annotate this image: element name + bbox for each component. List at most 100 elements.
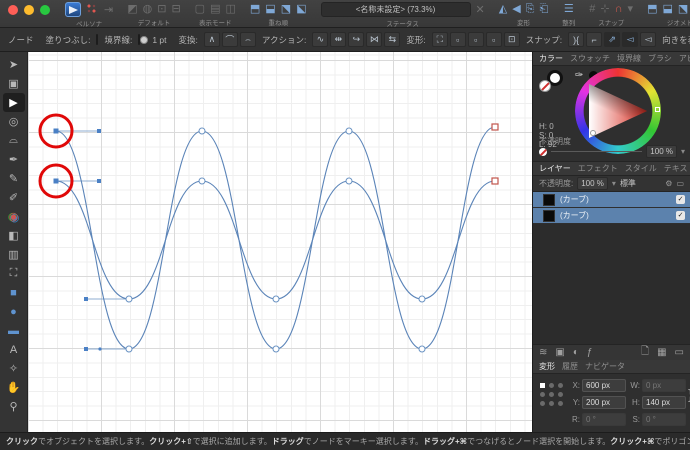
tab-color[interactable]: カラー [539,53,563,64]
pen-tool[interactable]: ✒ [3,150,25,169]
document-canvas[interactable] [28,52,532,432]
convert-to-smart-icon[interactable]: ⌢ [239,32,256,47]
close-curve-icon[interactable]: ⇹ [330,32,347,47]
tab-brushes[interactable]: ブラシ [648,53,672,64]
smooth-curve-icon[interactable]: ↪ [348,32,365,47]
retina-view-icon[interactable]: ◫ [225,2,235,16]
chevron-down-icon[interactable]: ▾ [681,147,685,156]
stroke-width-value[interactable]: 1 pt [152,35,166,45]
curve-node[interactable] [272,295,280,303]
h-field[interactable]: 140 px [642,396,686,409]
anchor-point-selector[interactable] [538,381,564,407]
place-image-tool[interactable]: ▥ [3,245,25,264]
transform-segment-2-icon[interactable]: ▫ [467,32,484,47]
maximize-window-button[interactable] [40,4,50,15]
close-document-icon[interactable]: ✕ [476,3,485,17]
transform-segment-3-icon[interactable]: ▫ [485,32,502,47]
snap-offcurve-icon[interactable]: ){ [568,32,585,47]
point-transform-tool[interactable]: ◎ [3,112,25,131]
tab-layers[interactable]: レイヤー [539,163,571,174]
curve-node[interactable] [345,177,353,185]
chevron-down-icon[interactable]: ▾ [612,179,616,188]
transform-segment-1-icon[interactable]: ▫ [449,32,466,47]
snap-options-chevron-icon[interactable]: ▾ [628,2,634,16]
w-field[interactable]: 0 px [642,379,686,392]
vector-crop-tool[interactable]: ⛶ [3,264,25,283]
fill-swatch[interactable] [96,34,99,45]
convert-to-smooth-icon[interactable]: ⌒ [221,32,238,47]
saturation-lightness-marker[interactable] [590,130,596,136]
zoom-tool[interactable]: ⚲ [3,397,25,416]
hue-marker[interactable] [655,107,660,112]
tab-styles[interactable]: スタイル [625,163,657,174]
curve-node[interactable] [198,127,206,135]
artboard-tool[interactable]: ▣ [3,74,25,93]
join-curves-icon[interactable]: ⋈ [366,32,383,47]
pixel-persona-icon[interactable] [86,3,99,16]
new-group-icon[interactable]: ▦ [657,347,666,358]
factory-defaults-icon[interactable]: ⊡ [157,2,166,16]
move-backward-icon[interactable]: ⬔ [281,2,291,16]
rectangle-tool[interactable]: ■ [3,283,25,302]
rotate-ccw-icon[interactable]: ⎘ [526,2,535,16]
handle-endpoint[interactable] [84,297,88,301]
tab-appearance[interactable]: アピアランス [679,53,690,64]
snapping-toggle-icon[interactable]: ⊹ [600,2,609,16]
tab-history[interactable]: 履歴 [562,361,578,372]
transform-center-icon[interactable]: ⊡ [503,32,520,47]
blend-mode-select[interactable]: 標準 [620,178,636,189]
grid-icon[interactable]: # [589,2,595,16]
flip-horizontal-icon[interactable]: ◭ [499,2,507,16]
minimize-window-button[interactable] [24,4,34,15]
tab-navigator[interactable]: ナビゲータ [585,361,625,372]
pencil-tool[interactable]: ✎ [3,169,25,188]
fill-gradient-tool[interactable]: ◉ [3,207,25,226]
show-orientation-label[interactable]: 向きを表示 [662,34,690,46]
curve-node[interactable] [125,345,133,353]
curve-node[interactable] [418,295,426,303]
convert-to-sharp-icon[interactable]: ∧ [203,32,220,47]
rounded-rectangle-tool[interactable]: ▬ [3,321,25,340]
snap-perpendicular-icon[interactable]: ◅ [640,32,657,47]
gear-icon[interactable]: ⚙ [665,179,672,188]
transform-mode-icon[interactable]: ⛶ [431,32,448,47]
handle-endpoint[interactable] [97,129,101,133]
vector-view-icon[interactable]: ▢ [195,2,205,16]
adjustment-layer-icon[interactable]: ◐ [573,347,579,358]
reverse-curves-icon[interactable]: ⇆ [384,32,401,47]
selected-start-node[interactable] [53,178,59,184]
opacity-value[interactable]: 100 % [646,145,677,158]
delete-layer-icon[interactable]: ▭ [675,347,684,358]
r-field[interactable]: 0 ° [582,413,626,426]
layer-row-curve-1[interactable]: (カーブ) ✓ [533,192,690,208]
move-to-front-icon[interactable]: ⬒ [250,2,260,16]
layer-visibility-checkbox[interactable]: ✓ [676,195,685,204]
corner-tool[interactable]: ⌓ [3,131,25,150]
y-field[interactable]: 200 px [582,396,626,409]
move-forward-icon[interactable]: ⬓ [265,2,275,16]
layer-effects-icon[interactable]: ƒ [587,347,593,358]
x-field[interactable]: 600 px [582,379,626,392]
break-curve-icon[interactable]: ∿ [312,32,329,47]
fill-stroke-indicator[interactable] [539,70,573,96]
trash-icon[interactable]: ▭ [676,179,684,188]
end-node[interactable] [491,177,499,185]
designer-persona-icon[interactable] [65,2,81,17]
boolean-add-icon[interactable]: ⬒ [647,2,657,16]
fill-color-circle[interactable] [539,80,551,92]
handle-dot[interactable] [98,347,102,351]
color-picker-tool[interactable]: ✧ [3,359,25,378]
magnet-icon[interactable]: ∩ [615,2,623,16]
snap-tocurve-icon[interactable]: ⌐ [586,32,603,47]
selected-start-node[interactable] [53,128,59,134]
revert-defaults-icon[interactable]: ⊟ [171,2,180,16]
node-tool[interactable]: ▶ [2,93,25,112]
layer-visibility-checkbox[interactable]: ✓ [676,211,685,220]
eyedropper-icon[interactable]: ✑ [575,70,583,81]
boolean-subtract-icon[interactable]: ⬓ [662,2,672,16]
ellipse-tool[interactable]: ● [3,302,25,321]
noise-opacity-icon[interactable] [539,147,547,156]
tab-text[interactable]: テキスト [664,163,690,174]
curve-node[interactable] [272,345,280,353]
synchronise-defaults-icon[interactable]: ◩ [127,2,137,16]
